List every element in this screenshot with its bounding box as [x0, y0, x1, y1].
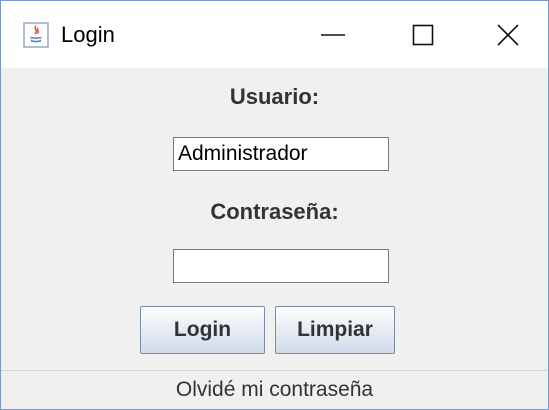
maximize-button[interactable]: [378, 1, 468, 68]
close-button[interactable]: [468, 1, 548, 68]
password-input[interactable]: [173, 249, 389, 283]
password-label: Contraseña:: [210, 199, 339, 224]
user-input[interactable]: [173, 137, 389, 171]
clear-button[interactable]: Limpiar: [275, 306, 395, 354]
java-icon: [23, 22, 49, 48]
maximize-icon: [412, 24, 434, 45]
login-button[interactable]: Login: [140, 306, 265, 354]
login-window: Login Usuario: Contraseña: Login Limpiar…: [0, 0, 549, 410]
user-label: Usuario:: [229, 84, 320, 109]
window-title: Login: [61, 22, 115, 47]
minimize-icon: [321, 33, 345, 36]
minimize-button[interactable]: [288, 1, 378, 68]
close-icon: [497, 23, 519, 46]
title-bar[interactable]: Login: [1, 1, 548, 68]
forgot-password-link[interactable]: Olvidé mi contraseña: [1, 370, 548, 410]
